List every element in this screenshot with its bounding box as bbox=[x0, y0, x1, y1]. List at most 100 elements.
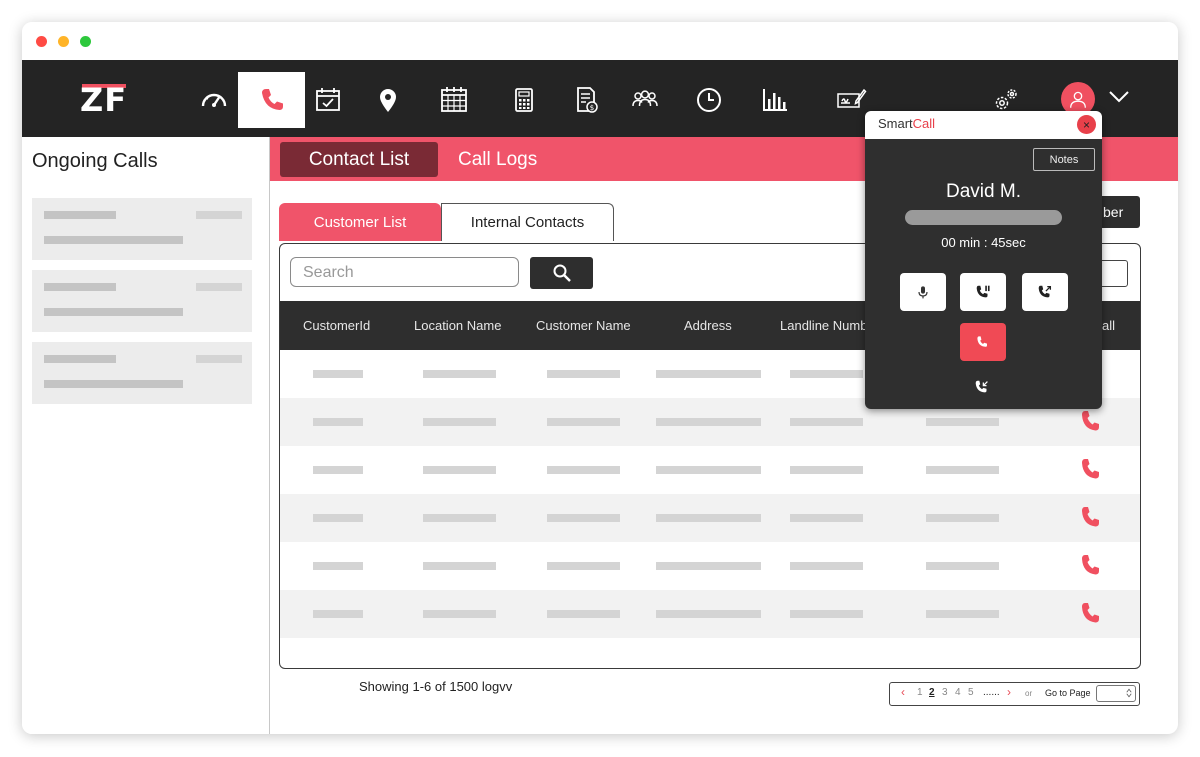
placeholder-cell bbox=[547, 466, 620, 474]
nav-calendar[interactable] bbox=[420, 72, 487, 128]
placeholder-cell bbox=[790, 466, 863, 474]
placeholder-bar bbox=[44, 211, 116, 219]
placeholder-cell bbox=[790, 610, 863, 618]
nav-team[interactable] bbox=[611, 72, 678, 128]
tab-internal-contacts[interactable]: Internal Contacts bbox=[441, 203, 614, 241]
column-header[interactable]: Location Name bbox=[414, 301, 501, 350]
maximize-window-button[interactable] bbox=[80, 36, 91, 47]
tab-customer-list[interactable]: Customer List bbox=[279, 203, 441, 241]
smartcall-title: SmartCall bbox=[878, 116, 935, 131]
placeholder-cell bbox=[547, 418, 620, 426]
speedometer-icon bbox=[201, 93, 226, 107]
placeholder-cell bbox=[423, 610, 496, 618]
phone-icon bbox=[261, 89, 283, 110]
search-input[interactable]: Search bbox=[290, 257, 519, 287]
smartcall-title-suffix: Call bbox=[912, 116, 936, 131]
ongoing-call-card[interactable] bbox=[32, 270, 252, 332]
smartcall-popup: SmartCall × Notes David M. 00 min : 45se… bbox=[865, 111, 1102, 409]
end-call-button[interactable] bbox=[960, 323, 1006, 361]
placeholder-cell bbox=[656, 514, 761, 522]
incoming-call-button[interactable] bbox=[973, 378, 991, 401]
placeholder-cell bbox=[423, 562, 496, 570]
call-customer-button[interactable] bbox=[1080, 409, 1100, 438]
smartcall-header: SmartCall × bbox=[865, 111, 1102, 139]
placeholder-bar bbox=[196, 211, 242, 219]
mute-button[interactable] bbox=[900, 273, 946, 311]
call-customer-button[interactable] bbox=[1080, 505, 1100, 534]
next-page-button[interactable]: › bbox=[1007, 685, 1011, 699]
table-row[interactable] bbox=[280, 494, 1140, 542]
table-row[interactable] bbox=[280, 446, 1140, 494]
tab-contact-list[interactable]: Contact List bbox=[280, 142, 438, 177]
results-summary: Showing 1-6 of 1500 logvv bbox=[359, 679, 513, 694]
table-row[interactable] bbox=[280, 542, 1140, 590]
user-menu-toggle[interactable] bbox=[1108, 90, 1130, 109]
placeholder-cell bbox=[656, 370, 761, 378]
nav-invoices[interactable]: $ bbox=[552, 72, 619, 128]
phone-icon bbox=[1082, 555, 1099, 575]
close-window-button[interactable] bbox=[36, 36, 47, 47]
phone-hold-icon bbox=[976, 285, 990, 298]
ongoing-call-card[interactable] bbox=[32, 342, 252, 404]
placeholder-cell bbox=[790, 562, 863, 570]
page-link[interactable]: 5 bbox=[968, 687, 974, 698]
call-customer-button[interactable] bbox=[1080, 457, 1100, 486]
placeholder-cell bbox=[926, 418, 999, 426]
page-link[interactable]: 4 bbox=[955, 687, 961, 698]
microphone-icon bbox=[918, 286, 928, 299]
nav-locations[interactable] bbox=[354, 72, 421, 128]
calendar-check-icon bbox=[315, 88, 340, 111]
column-header[interactable]: Landline Numb bbox=[780, 301, 867, 350]
call-customer-button[interactable] bbox=[1080, 553, 1100, 582]
nav-time[interactable] bbox=[675, 72, 742, 128]
caller-number-placeholder bbox=[905, 210, 1062, 225]
tab-call-logs[interactable]: Call Logs bbox=[458, 142, 537, 177]
transfer-out-button[interactable] bbox=[1022, 273, 1068, 311]
hold-button[interactable] bbox=[960, 273, 1006, 311]
sidebar-title: Ongoing Calls bbox=[32, 150, 158, 172]
notes-button[interactable]: Notes bbox=[1033, 148, 1095, 171]
placeholder-cell bbox=[926, 466, 999, 474]
nav-appointments[interactable] bbox=[294, 72, 361, 128]
ongoing-call-card[interactable] bbox=[32, 198, 252, 260]
placeholder-cell bbox=[547, 370, 620, 378]
placeholder-bar bbox=[44, 283, 116, 291]
group-icon bbox=[631, 90, 658, 107]
pagination-ellipsis: ...... bbox=[983, 687, 1000, 698]
placeholder-cell bbox=[313, 514, 363, 522]
page-link-current[interactable]: 2 bbox=[929, 687, 935, 698]
placeholder-cell bbox=[926, 610, 999, 618]
placeholder-bar bbox=[44, 308, 183, 316]
column-header[interactable]: Address bbox=[684, 301, 732, 350]
prev-page-button[interactable]: ‹ bbox=[901, 685, 905, 699]
call-timer: 00 min : 45sec bbox=[941, 235, 1026, 250]
placeholder-cell bbox=[313, 418, 363, 426]
placeholder-bar bbox=[44, 380, 183, 388]
nav-reports[interactable] bbox=[740, 72, 807, 128]
placeholder-bar bbox=[196, 355, 242, 363]
add-number-button[interactable]: ber bbox=[1097, 196, 1140, 228]
phone-outgoing-icon bbox=[1038, 285, 1052, 298]
column-header[interactable]: all bbox=[1102, 301, 1115, 350]
placeholder-cell bbox=[547, 562, 620, 570]
phone-incoming-icon bbox=[975, 380, 988, 393]
smartcall-close-button[interactable]: × bbox=[1077, 115, 1096, 134]
placeholder-cell bbox=[656, 610, 761, 618]
go-to-page-label: Go to Page bbox=[1045, 688, 1091, 698]
nav-dashboard[interactable] bbox=[180, 72, 247, 128]
placeholder-cell bbox=[547, 610, 620, 618]
minimize-window-button[interactable] bbox=[58, 36, 69, 47]
add-number-label: ber bbox=[1103, 204, 1124, 220]
page-link[interactable]: 1 bbox=[917, 687, 923, 698]
search-button[interactable] bbox=[530, 257, 593, 289]
column-header[interactable]: Customer Name bbox=[536, 301, 631, 350]
placeholder-cell bbox=[313, 562, 363, 570]
nav-calculator[interactable] bbox=[490, 72, 557, 128]
page-link[interactable]: 3 bbox=[942, 687, 948, 698]
table-row[interactable] bbox=[280, 590, 1140, 638]
go-to-page-input[interactable] bbox=[1096, 685, 1136, 702]
column-header[interactable]: CustomerId bbox=[303, 301, 370, 350]
placeholder-cell bbox=[656, 466, 761, 474]
call-customer-button[interactable] bbox=[1080, 601, 1100, 630]
calendar-grid-icon bbox=[440, 87, 467, 112]
